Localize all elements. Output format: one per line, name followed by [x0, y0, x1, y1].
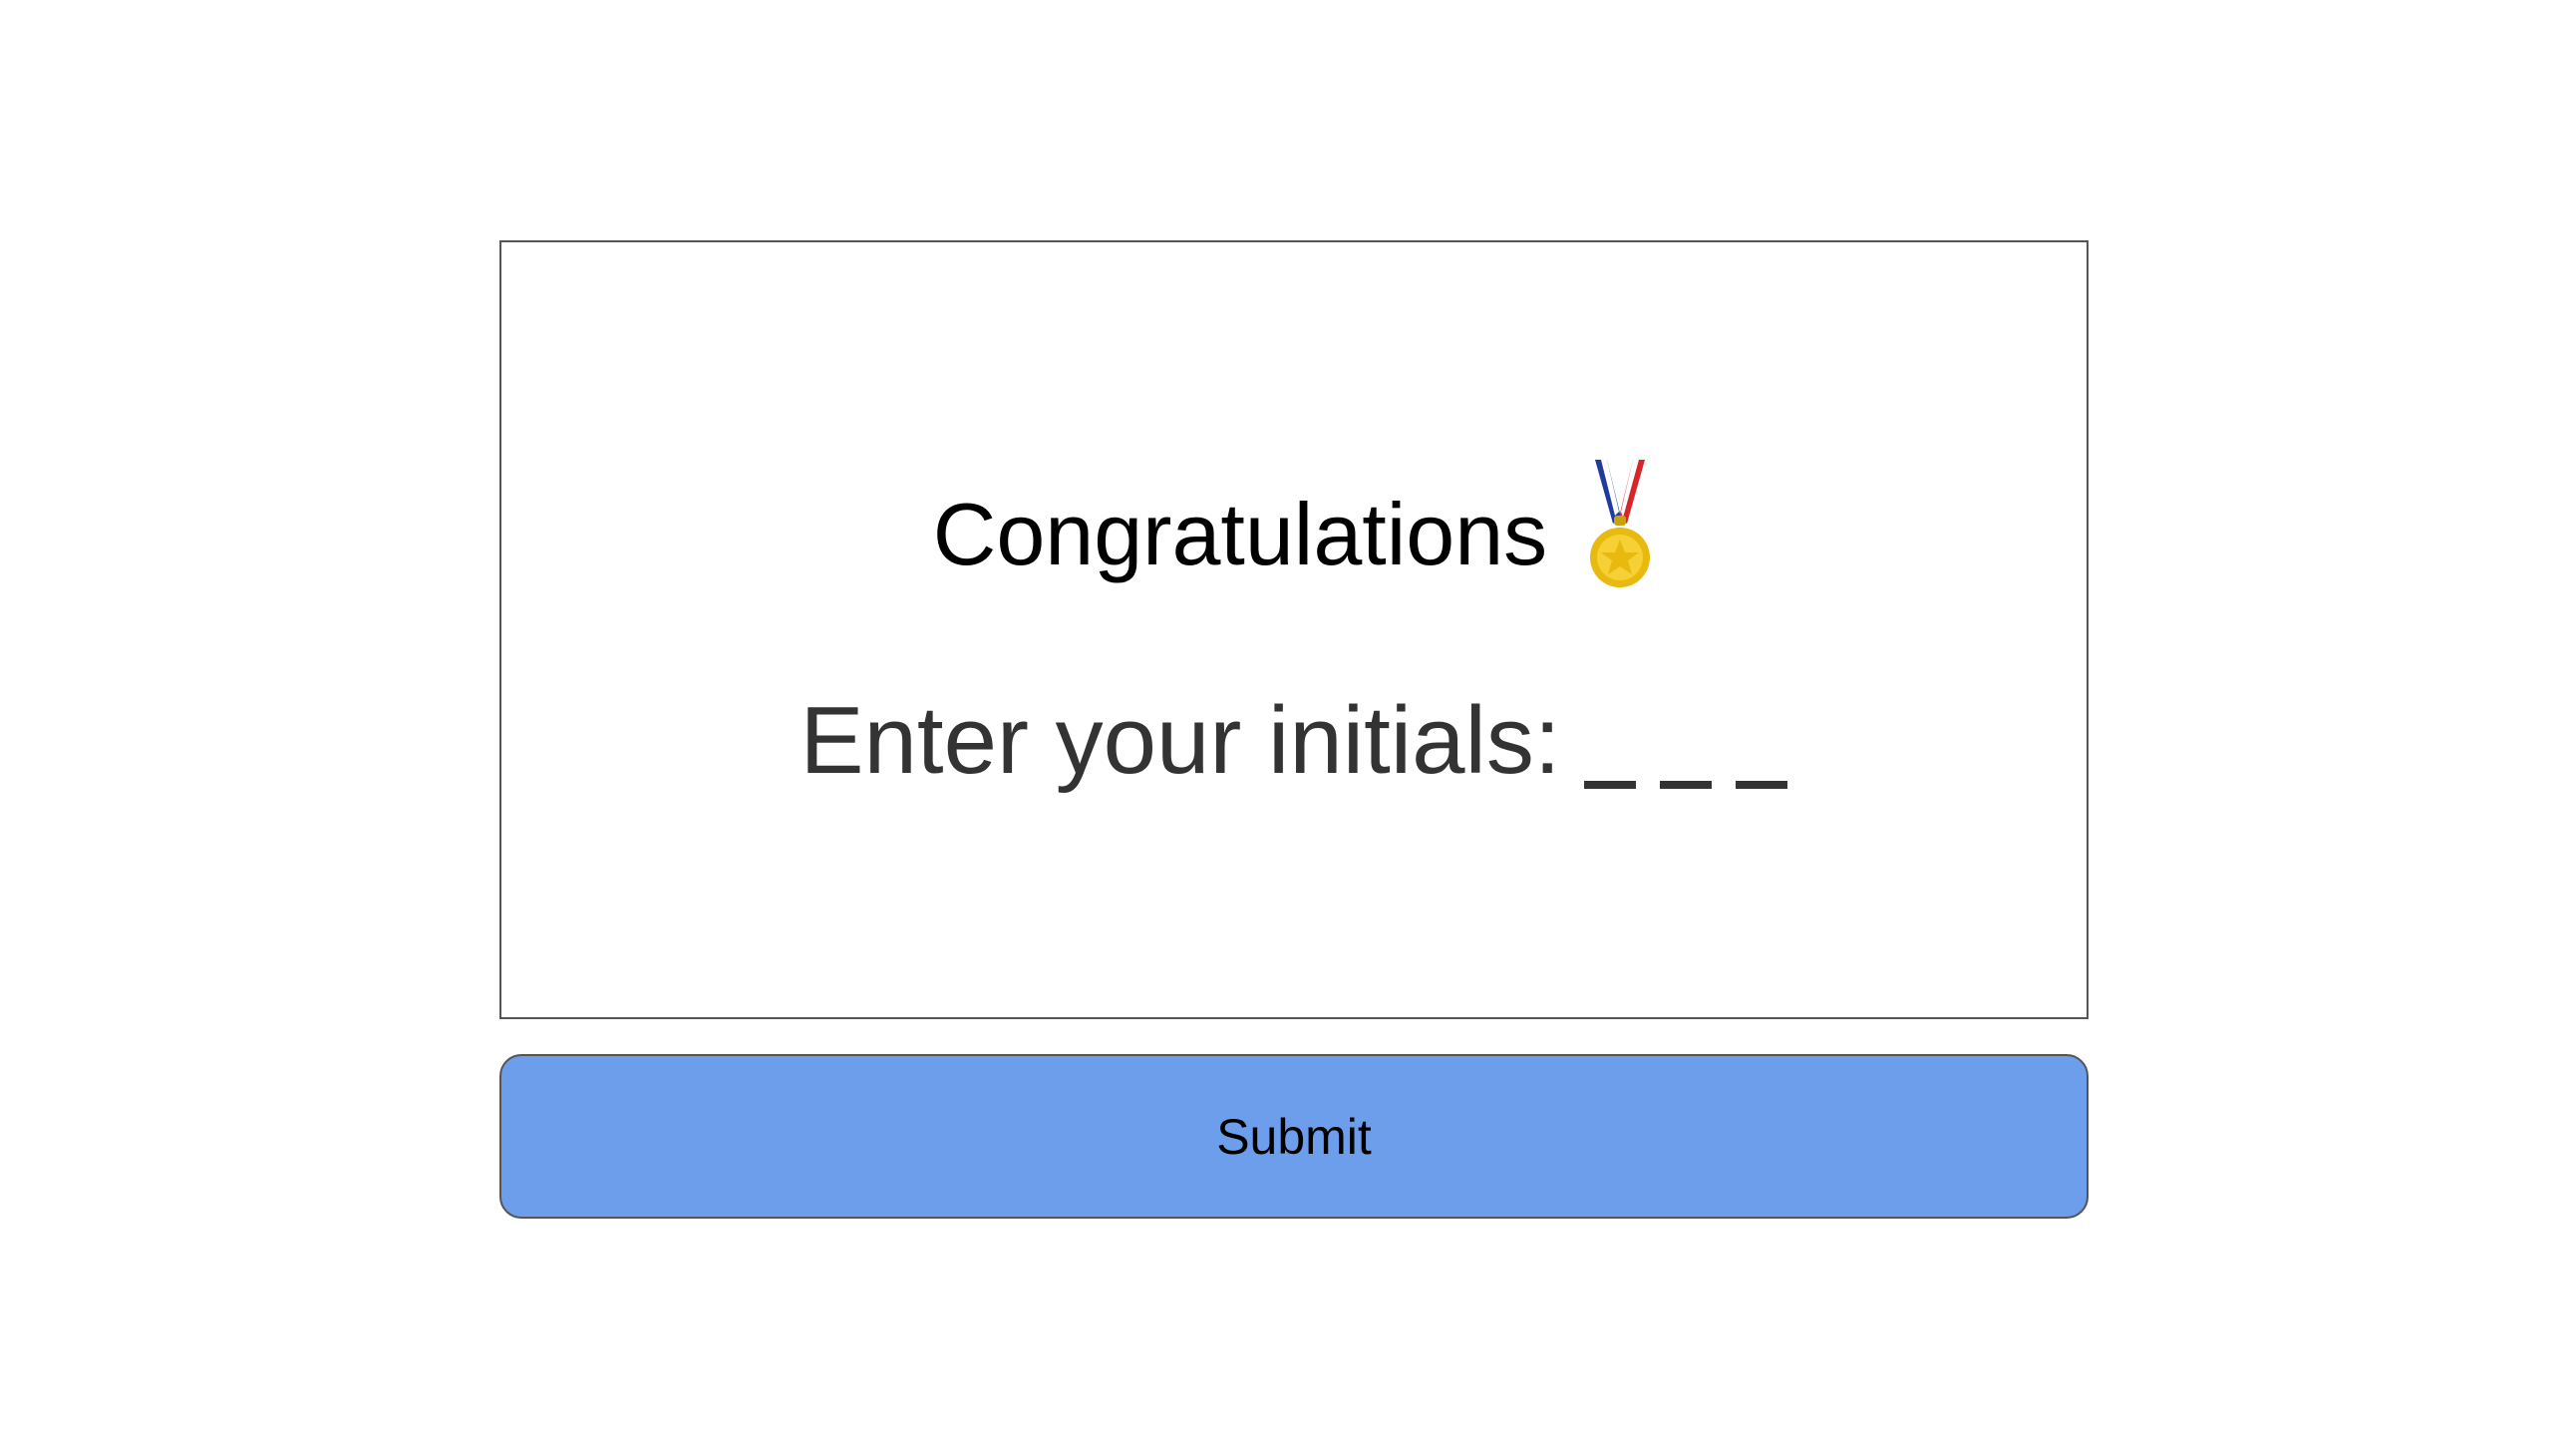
- initials-row: Enter your initials:: [501, 681, 2087, 801]
- submit-label: Submit: [1216, 1108, 1372, 1165]
- initial-slot-1[interactable]: [1584, 699, 1637, 789]
- initial-slot-3[interactable]: [1736, 699, 1788, 789]
- initials-input[interactable]: [1584, 693, 1788, 789]
- initials-prompt: Enter your initials:: [800, 687, 1561, 794]
- initials-dialog: Congratulations Enter your initials:: [499, 240, 2089, 1019]
- submit-button[interactable]: Submit: [499, 1054, 2089, 1219]
- medal-icon: [1590, 460, 1651, 587]
- title-row: Congratulations: [501, 460, 2087, 609]
- dialog-title: Congratulations: [932, 485, 1548, 583]
- initial-slot-2[interactable]: [1660, 699, 1713, 789]
